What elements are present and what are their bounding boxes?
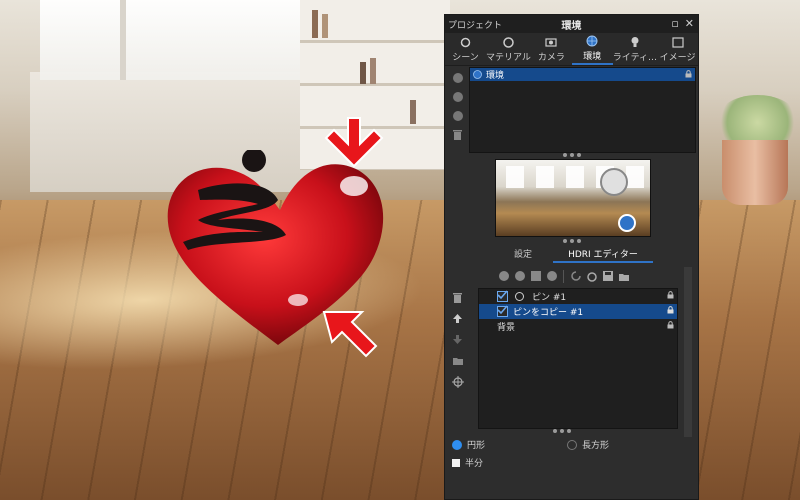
red-arrow-down-icon [324,114,384,174]
material-icon [503,36,514,49]
splitter-handle[interactable] [563,239,581,243]
add-pin-icon[interactable] [497,270,510,283]
hdri-subtabs: 設定 HDRI エディター [493,247,653,263]
hdri-toolbar [497,268,630,284]
tab-scene[interactable]: シーン [445,33,486,65]
pin-marker-icon[interactable] [600,168,628,196]
tab-settings[interactable]: 設定 [493,247,553,263]
folder-icon[interactable] [451,354,464,367]
circle-pin-icon [515,292,524,301]
list-item[interactable]: ピン #1 [479,289,677,304]
pin-label: ピン #1 [532,293,567,303]
pin-visibility-checkbox[interactable] [497,290,508,302]
environment-item-label: 環境 [486,71,505,81]
float-window-icon[interactable]: ▫ [671,17,678,30]
background-label: 背景 [497,323,516,333]
pin-list: ピン #1 ピンをコピー #1 背景 [478,288,678,429]
panel-titlebar[interactable]: プロジェクト 環境 ▫ ✕ [445,15,698,33]
lock-icon[interactable] [667,321,674,329]
circle-radio[interactable] [452,439,462,450]
tab-scene-label: シーン [452,52,479,63]
main-tabs: シーン マテリアル カメラ 環境 ライティ… イメージ [445,33,698,66]
crosshair-icon[interactable] [451,375,464,388]
environment-list: 環境 [469,67,696,153]
duplicate-environment-icon[interactable] [451,90,464,103]
pin-visibility-checkbox[interactable] [497,305,508,317]
scene-icon [460,36,471,49]
shape-option-circle[interactable]: 円形 [452,438,485,451]
tab-material-label: マテリアル [485,52,531,63]
plant-pot [722,140,788,205]
splitter-handle[interactable] [553,429,571,433]
splitter-handle[interactable] [563,153,581,157]
move-up-icon[interactable] [451,312,464,325]
red-arrow-upleft-icon [318,304,378,364]
list-item[interactable]: 環境 [470,68,695,81]
tab-camera-label: カメラ [537,52,565,63]
tab-environment[interactable]: 環境 [571,33,613,65]
environment-globe-icon [586,35,598,48]
environment-panel: プロジェクト 環境 ▫ ✕ シーン マテリアル カメラ 環境 ライティ… イメー… [444,14,699,500]
lock-icon[interactable] [685,70,692,78]
tab-camera[interactable]: カメラ [531,33,572,65]
lock-icon[interactable] [667,291,674,299]
tab-hdri-editor[interactable]: HDRI エディター [553,247,653,263]
open-folder-icon[interactable] [617,270,630,283]
window-frame [120,0,126,80]
pin-label: ピンをコピー #1 [513,308,584,318]
tab-lighting-label: ライティ… [612,52,658,63]
tab-image[interactable]: イメージ [657,33,698,65]
tab-environment-label: 環境 [583,51,602,62]
list-item[interactable]: 背景 [479,319,677,334]
refresh-icon[interactable] [569,270,582,283]
circle-option-label: 円形 [467,441,486,451]
room-window [40,0,320,80]
project-label[interactable]: プロジェクト [445,18,502,31]
environment-globe-icon [473,70,482,79]
close-icon[interactable]: ✕ [685,17,694,30]
save-icon[interactable] [601,270,614,283]
reset-icon[interactable] [585,270,598,283]
list-item[interactable]: ピンをコピー #1 [479,304,677,319]
add-image-pin-icon[interactable] [529,270,542,283]
delete-pin-icon[interactable] [451,291,464,304]
hdri-preview[interactable] [495,159,651,237]
move-down-icon[interactable] [451,333,464,346]
add-sun-pin-icon[interactable] [545,270,558,283]
environment-tools [451,71,465,141]
tab-image-label: イメージ [659,52,696,63]
image-icon [671,36,684,49]
tab-lighting[interactable]: ライティ… [613,33,657,65]
rectangle-radio[interactable] [567,439,577,450]
selected-pin-marker-icon[interactable] [618,214,636,232]
delete-environment-icon[interactable] [451,128,464,141]
toolbar-divider [563,269,564,283]
camera-icon [545,36,557,49]
add-pin-group-icon[interactable] [513,270,526,283]
import-environment-icon[interactable] [451,109,464,122]
partial-label: 半分 [465,459,484,469]
partial-option[interactable]: 半分 [452,456,483,469]
lighting-bulb-icon [630,36,640,49]
tab-material[interactable]: マテリアル [486,33,531,65]
pin-tools [451,291,465,388]
partial-checkbox[interactable] [452,458,460,467]
lock-icon[interactable] [667,306,674,314]
panel-scrollbar[interactable] [684,267,692,437]
add-environment-icon[interactable] [451,71,464,84]
rectangle-option-label: 長方形 [582,441,610,451]
shape-option-rectangle[interactable]: 長方形 [567,438,609,451]
